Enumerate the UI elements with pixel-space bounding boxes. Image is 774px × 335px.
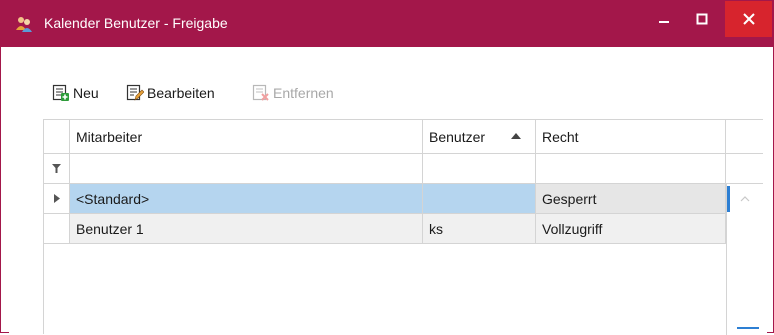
cell-benutzer[interactable] xyxy=(423,184,536,213)
add-record-icon xyxy=(52,84,69,101)
column-header-recht[interactable]: Recht xyxy=(536,120,726,153)
maximize-icon xyxy=(696,13,708,25)
filter-row xyxy=(44,154,763,184)
row-indicator-cell xyxy=(44,184,70,213)
row-indicator-cell xyxy=(44,214,70,243)
filter-cell-mitarbeiter[interactable] xyxy=(70,154,423,183)
table-row[interactable]: <Standard> Gesperrt xyxy=(44,184,763,214)
filter-cell-benutzer[interactable] xyxy=(423,154,536,183)
new-label: Neu xyxy=(73,85,99,101)
users-grid: Mitarbeiter Benutzer Recht <Standard> Ge… xyxy=(43,119,763,335)
edit-button[interactable]: Bearbeiten xyxy=(126,83,215,103)
dialog-content: Neu Bearbeiten Entfernen Mitarbeiter Ben… xyxy=(9,47,767,335)
users-share-icon xyxy=(13,14,35,36)
filter-icon xyxy=(52,164,61,173)
toolbar: Neu Bearbeiten Entfernen xyxy=(9,47,767,101)
table-row[interactable]: Benutzer 1 ks Vollzugriff xyxy=(44,214,763,244)
close-icon xyxy=(742,13,755,25)
column-header-benutzer[interactable]: Benutzer xyxy=(423,120,536,153)
current-row-icon xyxy=(53,194,60,203)
cell-mitarbeiter[interactable]: Benutzer 1 xyxy=(70,214,423,243)
scrollbar-thumb[interactable] xyxy=(727,186,730,212)
scrollbar-bottom-indicator xyxy=(737,327,759,329)
delete-record-icon xyxy=(252,84,269,101)
cell-mitarbeiter[interactable]: <Standard> xyxy=(70,184,423,213)
header-scroll-cell xyxy=(726,120,763,153)
header-indicator-cell xyxy=(44,120,70,153)
edit-record-icon xyxy=(126,84,144,101)
column-header-label: Mitarbeiter xyxy=(76,128,143,145)
close-button[interactable] xyxy=(725,1,772,37)
remove-button[interactable]: Entfernen xyxy=(252,83,334,103)
column-header-mitarbeiter[interactable]: Mitarbeiter xyxy=(70,120,423,153)
cell-recht[interactable]: Gesperrt xyxy=(536,184,726,213)
maximize-button[interactable] xyxy=(684,1,720,37)
minimize-icon xyxy=(659,21,669,23)
new-button[interactable]: Neu xyxy=(52,83,99,103)
remove-label: Entfernen xyxy=(273,85,334,101)
sort-ascending-icon xyxy=(511,133,521,139)
title-bar[interactable]: Kalender Benutzer - Freigabe xyxy=(1,1,773,47)
edit-label: Bearbeiten xyxy=(147,85,215,101)
filter-cell-recht[interactable] xyxy=(536,154,726,183)
chevron-up-icon[interactable] xyxy=(740,196,750,202)
window-title: Kalender Benutzer - Freigabe xyxy=(44,15,228,31)
column-header-label: Recht xyxy=(542,128,579,145)
cell-benutzer[interactable]: ks xyxy=(423,214,536,243)
cell-recht[interactable]: Vollzugriff xyxy=(536,214,726,243)
minimize-button[interactable] xyxy=(646,1,682,37)
filter-indicator-cell xyxy=(44,154,70,183)
vertical-scrollbar[interactable] xyxy=(726,184,763,335)
column-header-label: Benutzer xyxy=(429,128,486,145)
dialog-window: Kalender Benutzer - Freigabe Neu Bearbei… xyxy=(0,0,774,335)
grid-header-row: Mitarbeiter Benutzer Recht xyxy=(44,120,763,154)
